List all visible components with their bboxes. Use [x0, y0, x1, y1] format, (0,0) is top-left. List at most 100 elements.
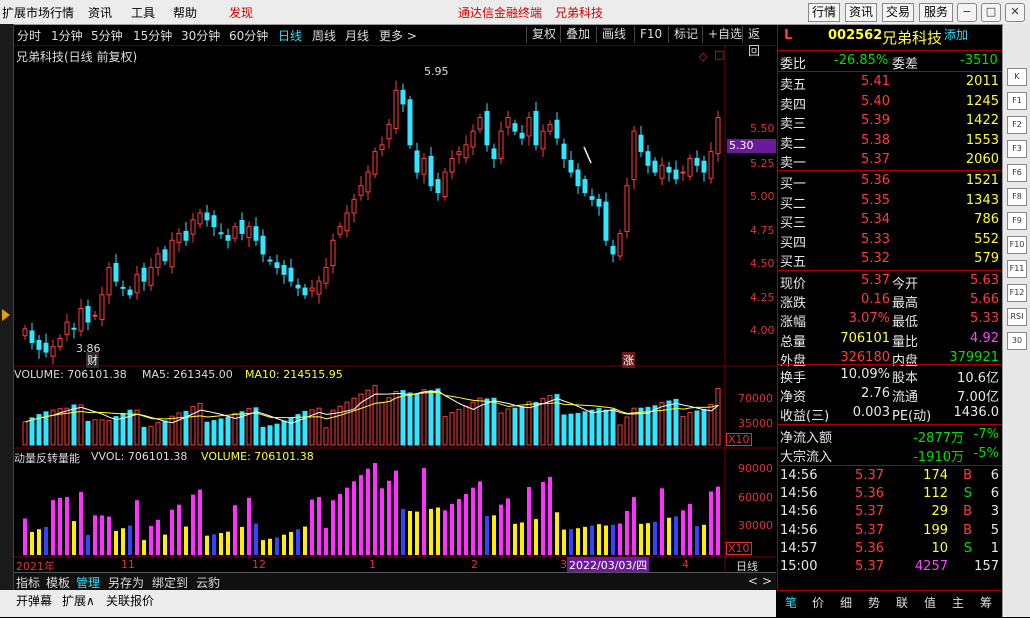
- menu-ext-market[interactable]: 扩展市场行情: [2, 4, 74, 21]
- menu-discover[interactable]: 发现: [229, 4, 253, 21]
- sidebar-function-icon[interactable]: F12: [1007, 284, 1027, 302]
- maximize-icon[interactable]: □: [981, 3, 1001, 22]
- add-favorite-button[interactable]: +自选: [702, 26, 747, 43]
- period-tab[interactable]: 月线: [345, 27, 369, 44]
- left-collapse-strip[interactable]: [0, 24, 14, 617]
- candle-body: [470, 130, 476, 148]
- danmaku-button[interactable]: 开弹幕: [16, 592, 52, 609]
- candle-body: [260, 235, 266, 255]
- finance-marker[interactable]: 财: [86, 352, 99, 368]
- tab-bind-to[interactable]: 绑定到: [152, 574, 188, 591]
- panel-tab-chips[interactable]: 筹: [980, 594, 992, 611]
- sidebar-function-icon[interactable]: F1: [1007, 92, 1027, 110]
- tick-volume: 4257: [914, 559, 948, 574]
- period-tab[interactable]: 60分钟: [229, 27, 268, 44]
- ask-volume: 1553: [965, 132, 999, 148]
- period-tab[interactable]: 5分钟: [91, 27, 123, 44]
- candle-body: [687, 157, 693, 177]
- tab-save-as[interactable]: 另存为: [108, 574, 144, 591]
- window-box-icon[interactable]: □: [714, 48, 724, 61]
- minimize-icon[interactable]: −: [957, 3, 977, 22]
- candle-body: [568, 160, 574, 173]
- adjust-button[interactable]: 复权: [526, 26, 561, 43]
- period-tab[interactable]: 分时: [17, 27, 41, 44]
- indicator-bar: [296, 529, 300, 555]
- menu-news[interactable]: 资讯: [88, 4, 112, 21]
- expand-arrow-icon[interactable]: [2, 309, 10, 321]
- panel-tab-detail[interactable]: 细: [840, 594, 852, 611]
- indicator-tabs: 指标 模板 管理 另存为 绑定到 云豹 < >: [14, 572, 776, 591]
- tab-cloud[interactable]: 云豹: [196, 574, 220, 591]
- draw-line-button[interactable]: 画线: [596, 26, 631, 43]
- volume-bar: [582, 411, 588, 446]
- quote-button[interactable]: 行情: [808, 3, 840, 22]
- panel-tab-price[interactable]: 价: [812, 594, 824, 611]
- indicator-bar: [464, 493, 468, 555]
- tab-indicator[interactable]: 指标: [16, 574, 40, 591]
- sidebar-function-icon[interactable]: F6: [1007, 164, 1027, 182]
- panel-tab-trend[interactable]: 势: [868, 594, 880, 611]
- sidebar-function-icon[interactable]: F3: [1007, 140, 1027, 158]
- period-tab[interactable]: 周线: [312, 27, 336, 44]
- period-tab-daily[interactable]: 日线: [278, 27, 302, 44]
- period-more[interactable]: 更多 >: [379, 27, 417, 44]
- candle-body: [239, 220, 245, 234]
- volume-bar: [498, 412, 504, 446]
- limit-up-marker[interactable]: 涨: [622, 352, 635, 368]
- panel-tab-trades[interactable]: 笔: [785, 594, 797, 611]
- sidebar-function-icon[interactable]: F8: [1007, 188, 1027, 206]
- panel-tab-linked[interactable]: 联: [896, 594, 908, 611]
- trade-button[interactable]: 交易: [882, 3, 914, 22]
- extend-button[interactable]: 扩展∧: [62, 592, 95, 609]
- period-tab[interactable]: 15分钟: [133, 27, 172, 44]
- add-favorite-link[interactable]: 添加: [944, 26, 968, 43]
- indicator-bar: [338, 493, 342, 555]
- linked-quote-button[interactable]: 关联报价: [106, 592, 154, 609]
- tick-time: 14:56: [780, 468, 818, 483]
- candle-body: [498, 130, 504, 159]
- kline-chart-svg[interactable]: [14, 45, 776, 572]
- back-button[interactable]: 返回: [742, 26, 776, 58]
- panel-tab-main[interactable]: 主: [952, 594, 964, 611]
- indicator-bar: [471, 487, 475, 555]
- ask-volume: 1422: [965, 113, 999, 128]
- period-tab[interactable]: 30分钟: [181, 27, 220, 44]
- indicator-bar: [485, 516, 489, 555]
- panel-tab-value[interactable]: 值: [924, 594, 936, 611]
- period-tab[interactable]: 1分钟: [51, 27, 83, 44]
- chart-area[interactable]: 兄弟科技(日线 前复权) ◇ □ 5.50 5.25 5.00 4.75 4.5…: [14, 45, 776, 573]
- fundamental-row: 换手 10.09% 股本 10.6亿: [778, 366, 1002, 386]
- f10-button[interactable]: F10: [634, 26, 667, 43]
- menu-tools[interactable]: 工具: [131, 4, 155, 21]
- sidebar-function-icon[interactable]: F11: [1007, 260, 1027, 278]
- quote-label: 涨跌: [780, 296, 807, 312]
- sidebar-function-icon[interactable]: F2: [1007, 116, 1027, 134]
- sidebar-function-icon[interactable]: F9: [1007, 212, 1027, 230]
- vol-tick: 70000: [738, 392, 773, 405]
- candle-body: [554, 119, 560, 139]
- tick-price: 5.37: [855, 468, 884, 483]
- ask-row: 卖四 5.40 1245: [778, 93, 1002, 113]
- sidebar-function-icon[interactable]: F10: [1007, 236, 1027, 254]
- sidebar-function-icon[interactable]: K: [1007, 68, 1027, 86]
- indicator-bar: [135, 500, 139, 555]
- sidebar-function-icon[interactable]: 30: [1007, 332, 1027, 350]
- service-button[interactable]: 服务: [919, 3, 953, 22]
- scroll-right-button[interactable]: >: [762, 574, 772, 588]
- overlay-button[interactable]: 叠加: [560, 26, 595, 43]
- sidebar-function-icon[interactable]: RSI: [1007, 308, 1027, 326]
- news-button[interactable]: 资讯: [845, 3, 877, 22]
- menu-help[interactable]: 帮助: [173, 4, 197, 21]
- volume-bar: [29, 417, 35, 446]
- tab-manage[interactable]: 管理: [76, 574, 100, 591]
- current-price-tag: 5.30: [727, 139, 776, 153]
- candle-body: [652, 160, 658, 173]
- candle-body: [372, 151, 378, 175]
- tab-template[interactable]: 模板: [46, 574, 70, 591]
- close-icon[interactable]: ✕: [1005, 3, 1025, 22]
- mark-button[interactable]: 标记: [668, 26, 703, 43]
- fundamental-row: 收益(三) 0.003 PE(动) 1436.0: [778, 404, 1002, 424]
- indicator-bar: [275, 537, 279, 555]
- scroll-left-button[interactable]: <: [748, 574, 758, 588]
- quote-label: 最高: [892, 296, 919, 312]
